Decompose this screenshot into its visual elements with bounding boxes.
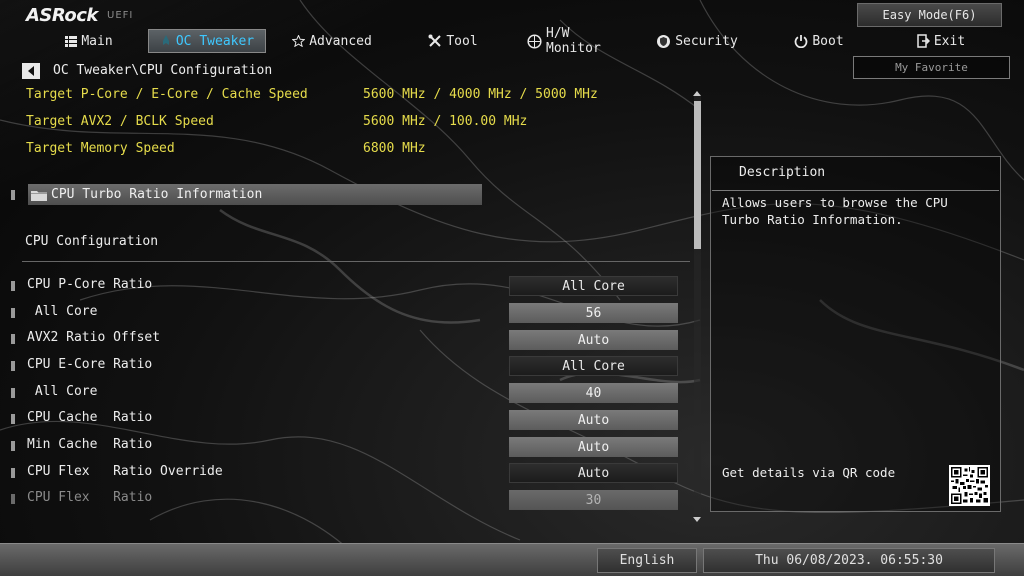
tab-advanced-label: Advanced [309,33,372,49]
row-bullet [11,388,15,398]
scroll-up-arrow-icon[interactable] [693,91,701,96]
tab-oc-tweaker-label: OC Tweaker [175,33,255,49]
tab-oc-tweaker[interactable]: OC Tweaker [148,29,266,53]
cpu-e-core-ratio-select[interactable]: All Core [509,356,678,376]
tab-boot-label: Boot [812,33,844,49]
section-divider [22,261,690,262]
min-cache-ratio-input[interactable]: Auto [509,437,678,457]
rocket-icon [162,35,169,45]
row-bullet [11,308,15,318]
breadcrumb: OC Tweaker\CPU Configuration [53,63,273,78]
row-bullet [11,334,15,344]
target-avx2-bclk-value: 5600 MHz / 100.00 MHz [363,114,528,129]
target-memory-label: Target Memory Speed [26,141,175,156]
row-bullet [11,190,15,200]
folder-icon [31,190,47,201]
cpu-flex-ratio-label: CPU Flex Ratio [27,490,153,505]
back-arrow-icon [28,66,34,76]
cpu-p-core-ratio-label: CPU P-Core Ratio [27,277,153,292]
list-icon [65,35,78,47]
cpu-flex-ratio-input[interactable]: 30 [509,490,678,510]
power-icon [794,35,808,48]
easy-mode-button[interactable]: Easy Mode(F6) [857,3,1002,27]
qr-code-label: Get details via QR code [722,465,896,480]
tab-exit[interactable]: Exit [916,29,966,53]
section-title: CPU Configuration [25,234,159,249]
asrock-logo: ASRock [26,5,98,26]
target-avx2-bclk-label: Target AVX2 / BCLK Speed [26,114,214,129]
scroll-down-arrow-icon[interactable] [693,517,701,522]
target-pe-cache-value: 5600 MHz / 4000 MHz / 5000 MHz [363,87,598,102]
date-time-display: Thu 06/08/2023. 06:55:30 [703,548,995,573]
tab-tool-label: Tool [446,33,478,49]
row-bullet [11,281,15,291]
row-bullet [11,361,15,371]
target-pe-cache-label: Target P-Core / E-Core / Cache Speed [26,87,308,102]
cpu-e-core-ratio-label: CPU E-Core Ratio [27,357,153,372]
avx2-ratio-offset-input[interactable]: Auto [509,330,678,350]
qr-code-icon [951,467,988,504]
p-core-all-core-label: All Core [27,304,98,319]
e-core-all-core-input[interactable]: 40 [509,383,678,403]
language-button[interactable]: English [597,548,697,573]
description-text: Allows users to browse the CPU Turbo Rat… [722,195,948,227]
star-icon [292,35,306,47]
tools-icon [428,34,442,47]
cpu-cache-ratio-input[interactable]: Auto [509,410,678,430]
cpu-p-core-ratio-select[interactable]: All Core [509,276,678,296]
row-bullet [11,494,15,504]
scrollbar-thumb[interactable] [694,101,701,249]
tab-security[interactable]: Security [657,29,738,53]
row-bullet [11,441,15,451]
p-core-all-core-input[interactable]: 56 [509,303,678,323]
back-button[interactable] [22,63,40,79]
min-cache-ratio-label: Min Cache Ratio [27,437,153,452]
avx2-ratio-offset-label: AVX2 Ratio Offset [27,330,161,345]
tab-security-label: Security [675,33,738,49]
qr-code[interactable] [949,465,990,506]
tab-advanced[interactable]: Advanced [292,29,372,53]
monitor-icon [527,33,542,49]
e-core-all-core-label: All Core [27,384,98,399]
tab-exit-label: Exit [933,33,966,49]
row-bullet [11,468,15,478]
cpu-flex-ratio-override-label: CPU Flex Ratio Override [27,464,223,479]
tab-boot[interactable]: Boot [794,29,844,53]
tab-main-label: Main [81,33,113,49]
shield-icon [657,34,671,48]
description-separator [712,190,999,191]
uefi-label: UEFI [107,10,134,21]
target-memory-value: 6800 MHz [363,141,426,156]
my-favorite-button[interactable]: My Favorite [853,56,1010,79]
tab-hw-monitor[interactable]: H/W Monitor [527,26,623,56]
cpu-cache-ratio-label: CPU Cache Ratio [27,410,153,425]
tab-main[interactable]: Main [58,29,120,53]
description-title: Description [739,165,826,180]
exit-icon [917,34,930,48]
tab-tool[interactable]: Tool [427,29,479,53]
row-bullet [11,414,15,424]
tab-hw-monitor-label: H/W Monitor [546,26,601,56]
cpu-turbo-ratio-info-item[interactable]: CPU Turbo Ratio Information [28,184,482,205]
cpu-flex-ratio-override-select[interactable]: Auto [509,463,678,483]
cpu-turbo-ratio-info-label: CPU Turbo Ratio Information [51,187,263,202]
